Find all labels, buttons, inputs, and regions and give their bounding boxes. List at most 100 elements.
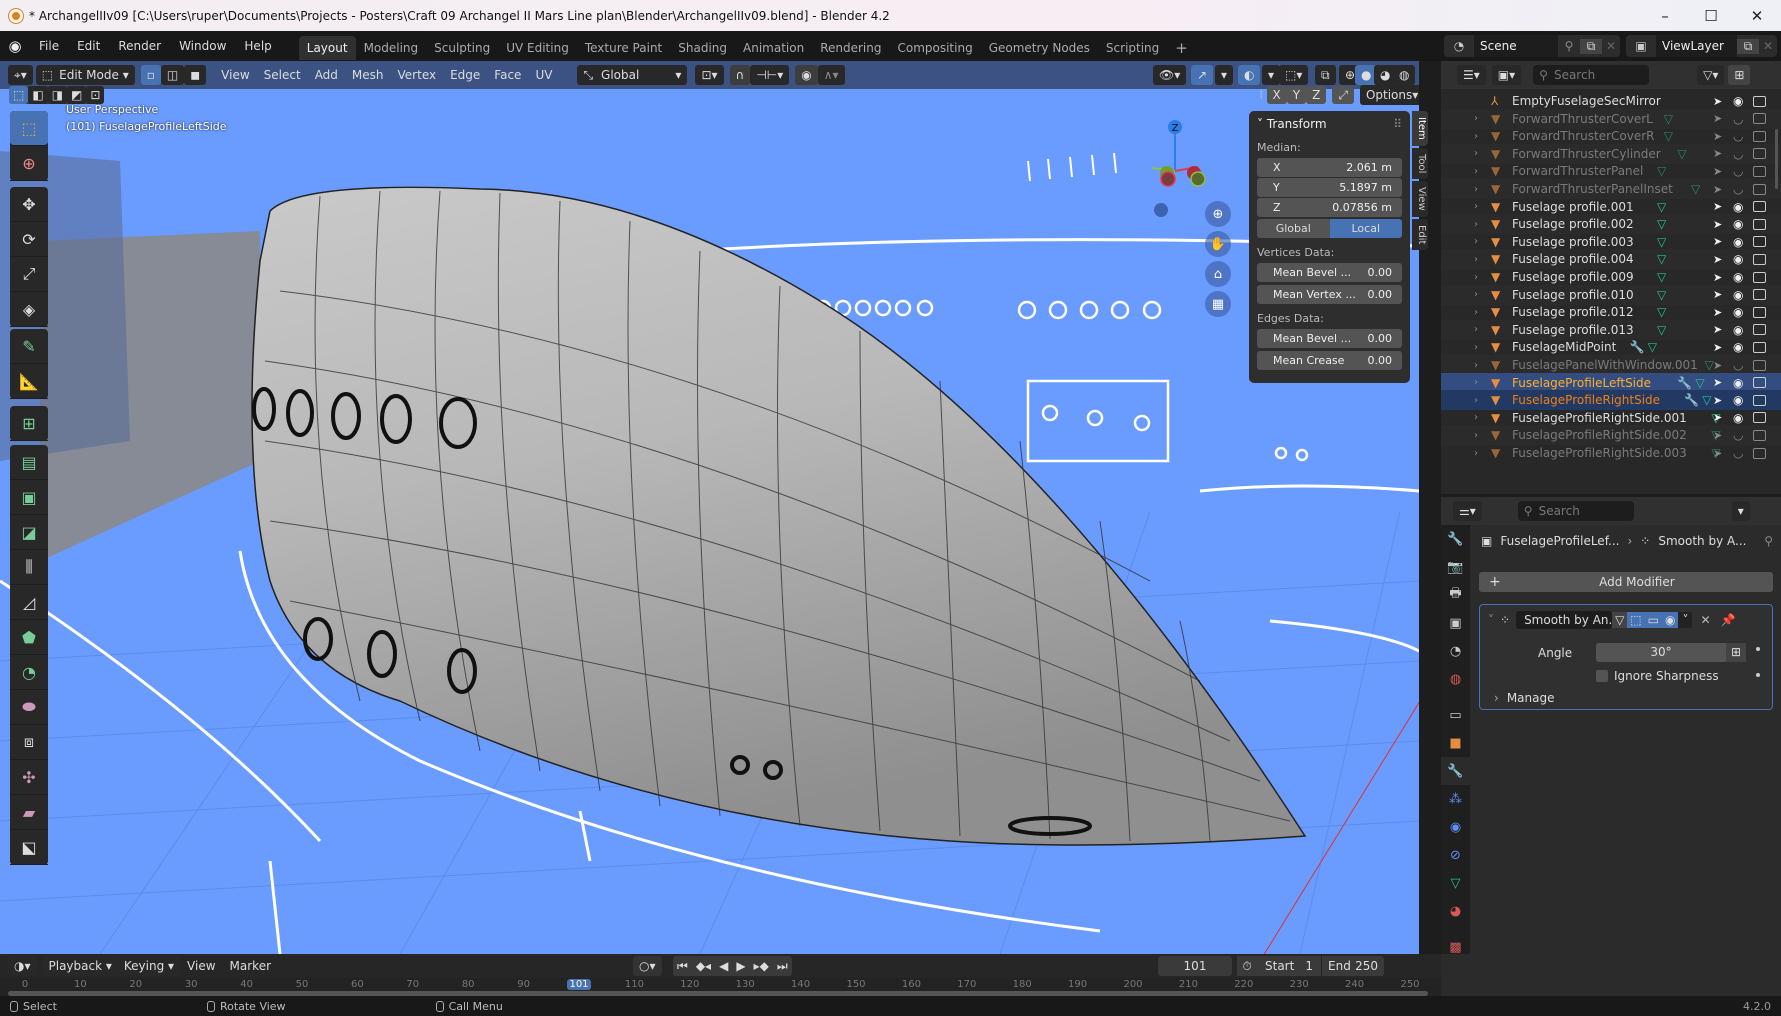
expand-icon[interactable]: › <box>1474 148 1478 159</box>
menu-add[interactable]: Add <box>308 68 345 82</box>
render-toggle-icon[interactable] <box>1753 289 1766 301</box>
eye-open-icon[interactable]: ◉ <box>1733 305 1743 319</box>
eye-open-icon[interactable]: ◉ <box>1733 200 1743 214</box>
filter-dropdown[interactable]: ▽▾ <box>1697 65 1725 85</box>
menu-window[interactable]: Window <box>170 31 235 61</box>
eye-closed-icon[interactable]: ◡ <box>1733 358 1743 372</box>
select-invert-button[interactable]: ◩ <box>67 86 87 104</box>
start-frame-field[interactable]: Start 1 <box>1257 956 1321 976</box>
workspace-tab-geometry-nodes[interactable]: Geometry Nodes <box>981 36 1098 60</box>
mirror-x-toggle[interactable]: X <box>1266 86 1287 104</box>
mesh-data-icon[interactable]: ▽ <box>1691 182 1700 196</box>
render-toggle-icon[interactable] <box>1753 447 1766 459</box>
menu-vertex[interactable]: Vertex <box>391 68 444 82</box>
expand-icon[interactable]: › <box>1474 201 1478 212</box>
expand-icon[interactable]: › <box>1474 184 1478 195</box>
eye-open-icon[interactable]: ◉ <box>1733 288 1743 302</box>
face-select-button[interactable]: ◼ <box>184 65 207 85</box>
expand-icon[interactable]: › <box>1474 342 1478 353</box>
menu-select[interactable]: Select <box>257 68 308 82</box>
render-toggle[interactable]: ◉ <box>1661 612 1679 628</box>
blender-menu-icon[interactable]: ◉ <box>0 37 30 55</box>
auto-merge-toggle[interactable]: ⤢ <box>1332 86 1354 104</box>
eye-open-icon[interactable]: ◉ <box>1733 270 1743 284</box>
selectable-toggle-icon[interactable]: ➤ <box>1713 323 1722 336</box>
workspace-tab-texture-paint[interactable]: Texture Paint <box>577 36 670 60</box>
scene-selector[interactable]: ◔ Scene ⚲ ⧉ ✕ <box>1444 35 1620 57</box>
modifier-icon[interactable]: 🔧 <box>1677 376 1692 390</box>
eye-closed-icon[interactable]: ◡ <box>1733 129 1743 143</box>
selectable-toggle-icon[interactable]: ➤ <box>1713 271 1722 284</box>
edit-mode-toggle[interactable]: ▽ <box>1612 612 1628 628</box>
select-new-button[interactable]: ⬚ <box>9 86 29 104</box>
jump-end-button[interactable]: ⏭ <box>773 959 792 974</box>
tab-data[interactable]: ▽ <box>1441 869 1470 897</box>
menu-view[interactable]: View <box>214 68 256 82</box>
mode-selector[interactable]: ⬚ Edit Mode ▾ <box>35 65 135 85</box>
object-name[interactable]: ForwardThrusterCoverL <box>1512 112 1653 126</box>
object-name[interactable]: FuselageProfileRightSide.002 <box>1512 428 1687 442</box>
expand-icon[interactable]: › <box>1474 448 1478 459</box>
object-name[interactable]: Fuselage profile.001 <box>1512 200 1634 214</box>
snap-target-dropdown[interactable]: ⊣⊢▾ <box>750 65 790 85</box>
keying-menu[interactable]: Keying ▾ <box>117 956 181 976</box>
selectable-toggle-icon[interactable]: ➤ <box>1713 411 1722 424</box>
object-name[interactable]: ForwardThrusterPanelInset <box>1512 182 1673 196</box>
object-name[interactable]: Fuselage profile.010 <box>1512 288 1634 302</box>
tab-render[interactable]: 📷 <box>1441 553 1470 581</box>
mirror-y-toggle[interactable]: Y <box>1286 86 1307 104</box>
pin-icon[interactable]: ⚲ <box>1764 534 1773 548</box>
object-name[interactable]: FuselageProfileRightSide.001 <box>1512 411 1687 425</box>
scene-name[interactable]: Scene <box>1474 35 1558 57</box>
pin-modifier-icon[interactable]: 📌 <box>1721 613 1736 627</box>
tool-edge-slide[interactable]: ⧈ <box>10 725 48 760</box>
tab-collection[interactable]: ▭ <box>1441 701 1470 729</box>
workspace-tab-compositing[interactable]: Compositing <box>889 36 980 60</box>
cage-toggle[interactable]: ⬚ <box>1627 612 1645 628</box>
tab-scene[interactable]: ◔ <box>1441 637 1470 665</box>
transform-panel-header[interactable]: ˅ Transform <box>1257 117 1327 131</box>
menu-face[interactable]: Face <box>487 68 528 82</box>
tool-select-box[interactable]: ⬚ <box>10 111 48 146</box>
object-name[interactable]: ForwardThrusterCoverR <box>1512 129 1654 143</box>
selectable-toggle-icon[interactable]: ➤ <box>1713 376 1722 389</box>
sidebar-tab-tool[interactable]: Tool <box>1412 147 1428 180</box>
expand-icon[interactable]: › <box>1474 289 1478 300</box>
delete-view-layer-icon[interactable]: ✕ <box>1759 39 1777 53</box>
ignore-sharpness-checkbox[interactable]: Ignore Sharpness <box>1596 669 1719 683</box>
pan-view-button[interactable]: ✋ <box>1205 231 1231 257</box>
object-name[interactable]: Fuselage profile.004 <box>1512 252 1634 266</box>
tab-world[interactable]: ◍ <box>1441 665 1470 693</box>
workspace-tab-sculpting[interactable]: Sculpting <box>426 36 498 60</box>
render-toggle-icon[interactable] <box>1753 95 1766 107</box>
menu-uv[interactable]: UV <box>528 68 559 82</box>
timeline-view-menu[interactable]: View <box>180 959 222 973</box>
play-reverse-button[interactable]: ◀ <box>715 959 732 973</box>
tab-output[interactable]: 🖶 <box>1441 581 1470 609</box>
preview-range-toggle[interactable]: ⏱ <box>1237 956 1257 976</box>
view-layer-selector[interactable]: ▣ ViewLayer ⧉ ✕ <box>1626 35 1777 57</box>
outliner-row[interactable]: › ▼ FuselageProfileRightSide.003 ▽ ➤ ◡ <box>1441 443 1781 463</box>
gizmo-toggle[interactable]: ↗ <box>1191 65 1214 85</box>
manage-subpanel[interactable]: › Manage <box>1494 691 1554 705</box>
eye-closed-icon[interactable]: ◡ <box>1733 112 1743 126</box>
selectable-toggle-icon[interactable]: ➤ <box>1713 130 1722 143</box>
collapse-modifier-icon[interactable]: ˅ <box>1488 613 1494 627</box>
local-space-button[interactable]: Local <box>1329 219 1402 238</box>
playhead[interactable]: 101 <box>567 979 591 990</box>
render-toggle-icon[interactable] <box>1753 113 1766 125</box>
viewport-toggle[interactable]: ▭ <box>1644 612 1662 628</box>
mesh-data-icon[interactable]: ▽ <box>1657 235 1666 249</box>
mesh-data-icon[interactable]: ▽ <box>1702 393 1711 407</box>
tab-modifiers[interactable]: 🔧 <box>1441 757 1470 785</box>
workspace-tab-layout[interactable]: Layout <box>298 35 356 60</box>
select-intersect-button[interactable]: ⊡ <box>86 86 105 104</box>
expand-icon[interactable]: › <box>1474 324 1478 335</box>
object-name[interactable]: FuselageProfileLeftSide <box>1512 376 1651 390</box>
object-name[interactable]: FuselageMidPoint <box>1512 340 1616 354</box>
mesh-data-icon[interactable]: ▽ <box>1664 112 1673 126</box>
view-layer-name[interactable]: ViewLayer <box>1656 35 1737 57</box>
mesh-data-icon[interactable]: ▽ <box>1648 340 1657 354</box>
keyframe-dot-icon[interactable] <box>1756 647 1760 651</box>
expand-icon[interactable]: › <box>1474 166 1478 177</box>
